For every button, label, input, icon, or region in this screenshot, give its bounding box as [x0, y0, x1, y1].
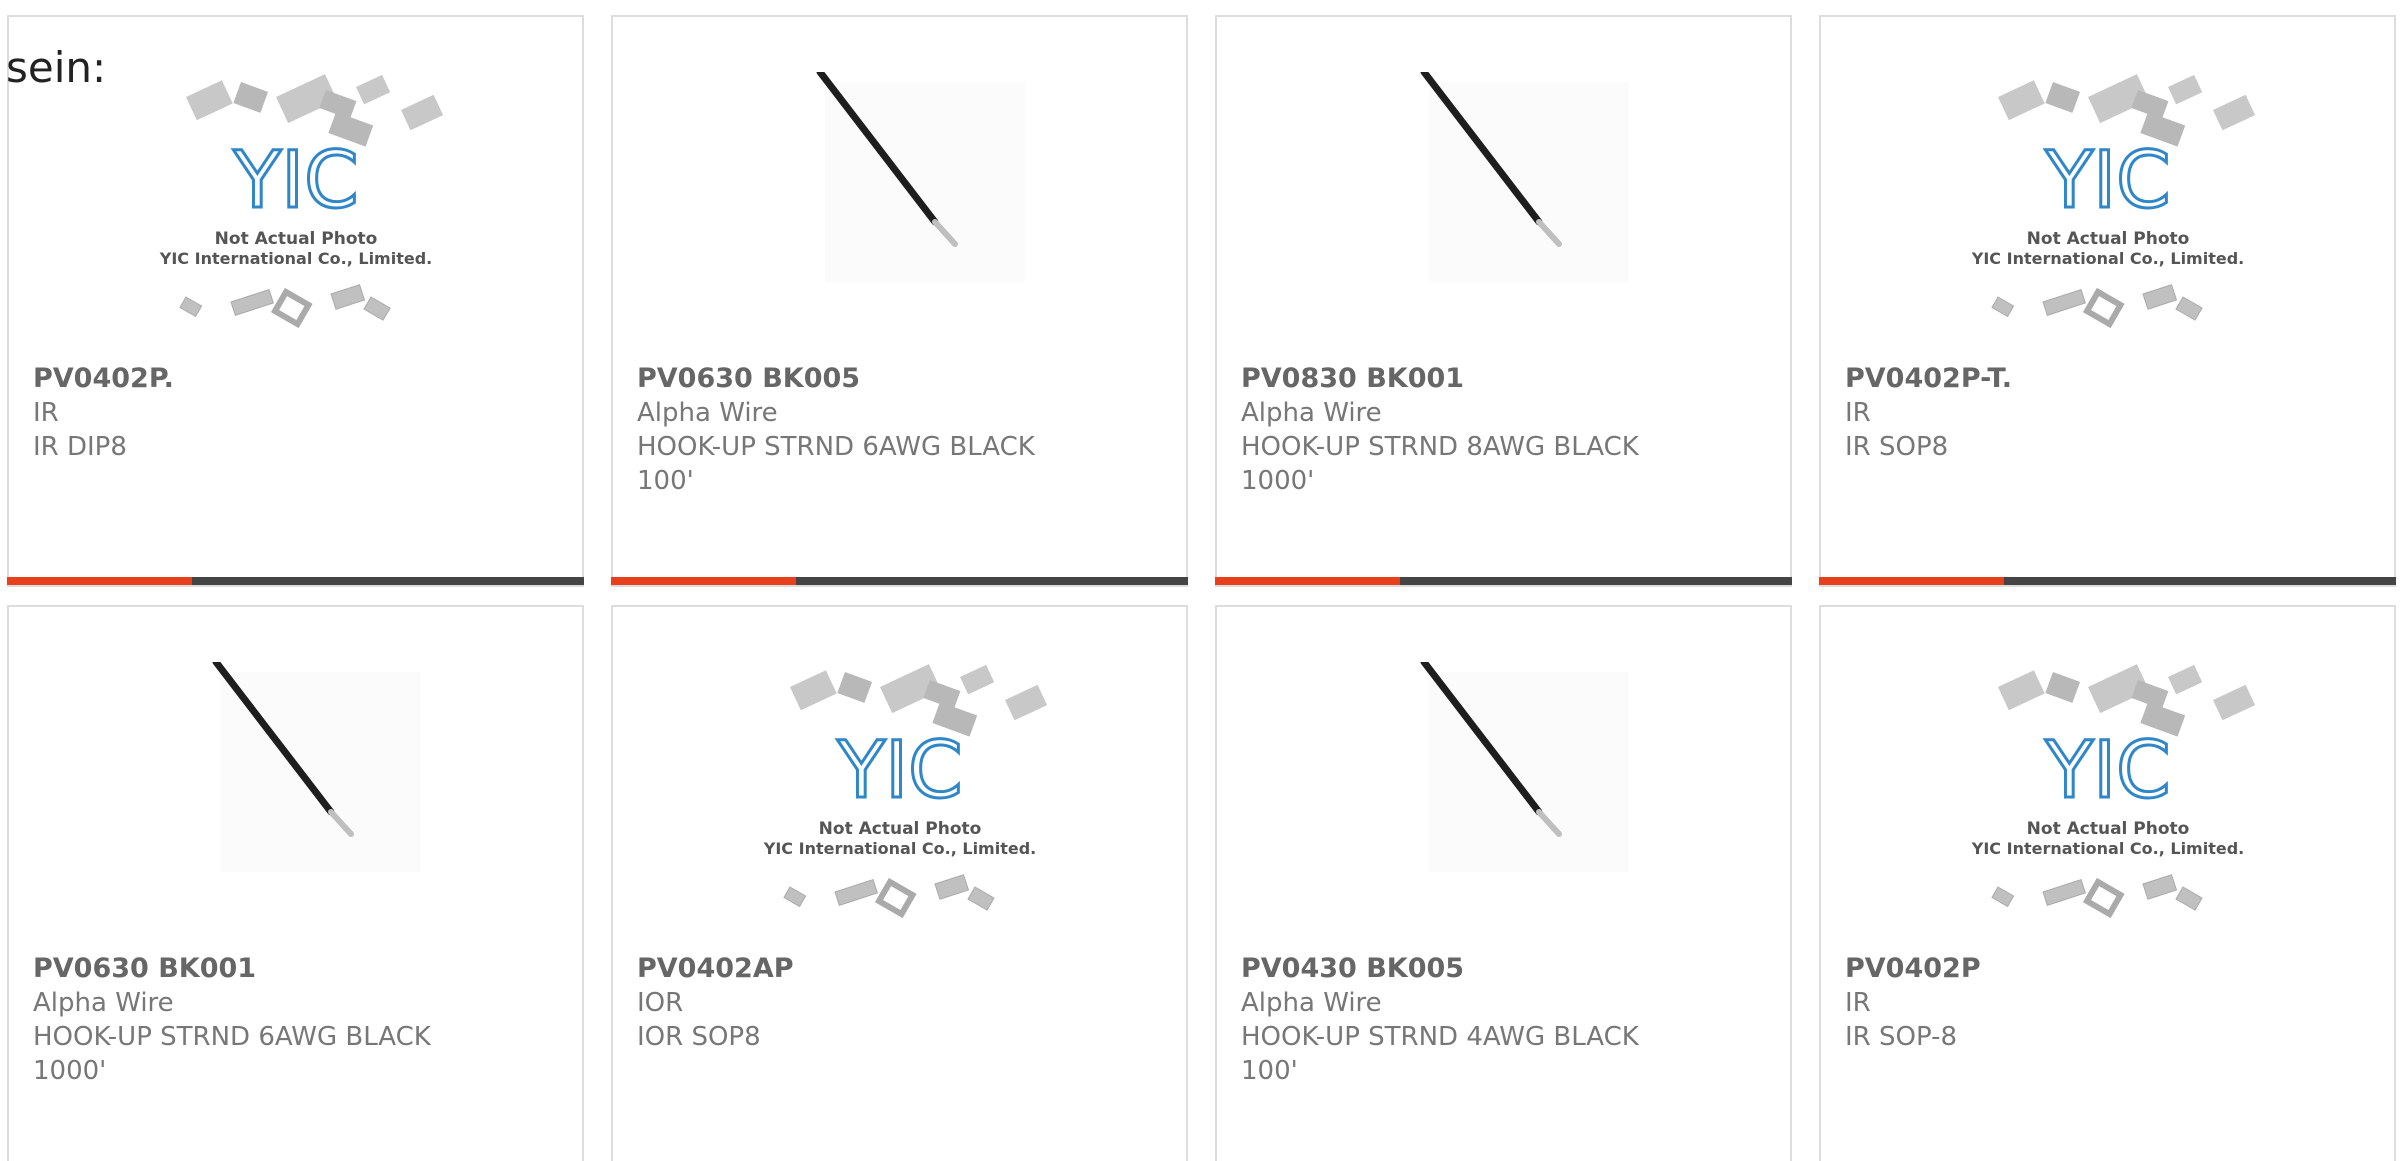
product-image[interactable] — [613, 72, 1186, 362]
product-card[interactable]: YIC Not Actual Photo YIC International Co.… — [1819, 605, 2396, 1161]
part-number-link[interactable]: PV0430 BK005 — [1241, 952, 1766, 986]
manufacturer: Alpha Wire — [637, 398, 778, 428]
card-bottom-bar — [611, 577, 1188, 585]
description: IR SOP-8 — [1845, 1022, 1957, 1052]
intro-text: sein: — [6, 43, 107, 92]
chip-cluster-bottom — [178, 284, 391, 329]
description: HOOK-UP STRND 4AWG BLACK 100' — [1241, 1022, 1639, 1086]
yic-placeholder-image: YIC Not Actual PhotoYIC International Co.… — [762, 664, 1047, 919]
part-number-link[interactable]: PV0630 BK001 — [33, 952, 558, 986]
description: HOOK-UP STRND 6AWG BLACK 100' — [637, 432, 1035, 496]
product-card[interactable]: PV0430 BK005 Alpha Wire HOOK-UP STRND 4AWG… — [1215, 605, 1792, 1161]
yic-logo: YIC — [232, 136, 358, 226]
manufacturer: IOR — [637, 988, 684, 1018]
wire-image — [1420, 72, 1629, 282]
product-info: PV0402P. IR IR DIP8 — [33, 362, 558, 464]
placeholder-caption-line2: YIC International Co., Limited. — [158, 249, 431, 268]
product-info: PV0630 BK001 Alpha Wire HOOK-UP STRND 6AWG… — [33, 952, 558, 1088]
part-number-link[interactable]: PV0402P. — [33, 362, 558, 396]
manufacturer: IR — [1845, 398, 1871, 428]
description: HOOK-UP STRND 6AWG BLACK 1000' — [33, 1022, 431, 1086]
manufacturer: Alpha Wire — [1241, 398, 1382, 428]
wire-image — [212, 662, 421, 872]
part-number-link[interactable]: PV0402P — [1845, 952, 2370, 986]
placeholder-caption-line1: Not Actual Photo — [2026, 819, 2189, 839]
placeholder-caption-line2: YIC International Co., Limited. — [1970, 249, 2243, 268]
product-image[interactable] — [1217, 72, 1790, 362]
product-info: PV0402P-T. IR IR SOP8 — [1845, 362, 2370, 464]
product-info: PV0430 BK005 Alpha Wire HOOK-UP STRND 4AWG… — [1241, 952, 1766, 1088]
product-image[interactable]: YIC Not Actual Photo YIC International Co.… — [9, 72, 582, 362]
card-bottom-bar — [1215, 577, 1792, 585]
part-number-link[interactable]: PV0630 BK005 — [637, 362, 1162, 396]
description: IOR SOP8 — [637, 1022, 761, 1052]
card-bar-accent — [611, 577, 796, 585]
product-image[interactable]: YIC Not Actual Photo YIC International Co.… — [1821, 662, 2394, 952]
product-card[interactable]: YIC Not Actual Photo YIC International Co.… — [1819, 15, 2396, 587]
manufacturer: IR — [33, 398, 59, 428]
yic-logo: YIC — [2044, 136, 2170, 226]
product-image[interactable]: YIC Not Actual Photo YIC International Co.… — [1821, 72, 2394, 362]
chip-cluster-bottom — [1990, 284, 2203, 329]
card-bar-accent — [7, 577, 192, 585]
part-number-link[interactable]: PV0402P-T. — [1845, 362, 2370, 396]
manufacturer: Alpha Wire — [1241, 988, 1382, 1018]
wire-image — [816, 72, 1025, 282]
product-info: PV0402P IR IR SOP-8 — [1845, 952, 2370, 1054]
product-image[interactable]: YIC Not Actual Photo YIC International Co.… — [613, 662, 1186, 952]
yic-placeholder-image: YIC Not Actual PhotoYIC International Co.… — [158, 74, 443, 329]
wire-image — [1420, 662, 1629, 872]
part-number-link[interactable]: PV0830 BK001 — [1241, 362, 1766, 396]
yic-placeholder-image: YIC Not Actual PhotoYIC International Co.… — [1970, 74, 2255, 329]
product-grid-page: YIC Not Actual Photo YIC International Co.… — [0, 0, 2400, 1161]
product-info: PV0630 BK005 Alpha Wire HOOK-UP STRND 6AWG… — [637, 362, 1162, 498]
yic-logo: YIC — [2044, 726, 2170, 816]
card-bottom-bar — [7, 577, 584, 585]
yic-logo: YIC — [836, 726, 962, 816]
manufacturer: Alpha Wire — [33, 988, 174, 1018]
product-card[interactable]: YIC Not Actual Photo YIC International Co.… — [7, 15, 584, 587]
product-image[interactable] — [9, 662, 582, 952]
placeholder-caption-line1: Not Actual Photo — [2026, 229, 2189, 249]
chip-cluster-bottom — [782, 874, 995, 919]
product-info: PV0402AP IOR IOR SOP8 — [637, 952, 1162, 1054]
product-image[interactable] — [1217, 662, 1790, 952]
product-card[interactable]: PV0630 BK001 Alpha Wire HOOK-UP STRND 6AWG… — [7, 605, 584, 1161]
placeholder-caption-line1: Not Actual Photo — [214, 229, 377, 249]
placeholder-caption-line2: YIC International Co., Limited. — [762, 839, 1035, 858]
card-bar-accent — [1819, 577, 2004, 585]
product-card[interactable]: PV0830 BK001 Alpha Wire HOOK-UP STRND 8AWG… — [1215, 15, 1792, 587]
product-card[interactable]: PV0630 BK005 Alpha Wire HOOK-UP STRND 6AWG… — [611, 15, 1188, 587]
card-bar-accent — [1215, 577, 1400, 585]
manufacturer: IR — [1845, 988, 1871, 1018]
product-card[interactable]: YIC Not Actual Photo YIC International Co.… — [611, 605, 1188, 1161]
chip-cluster-bottom — [1990, 874, 2203, 919]
card-bottom-bar — [1819, 577, 2396, 585]
description: IR DIP8 — [33, 432, 127, 462]
placeholder-caption-line2: YIC International Co., Limited. — [1970, 839, 2243, 858]
description: HOOK-UP STRND 8AWG BLACK 1000' — [1241, 432, 1639, 496]
description: IR SOP8 — [1845, 432, 1949, 462]
product-info: PV0830 BK001 Alpha Wire HOOK-UP STRND 8AWG… — [1241, 362, 1766, 498]
placeholder-caption-line1: Not Actual Photo — [818, 819, 981, 839]
part-number-link[interactable]: PV0402AP — [637, 952, 1162, 986]
yic-placeholder-image: YIC Not Actual PhotoYIC International Co.… — [1970, 664, 2255, 919]
